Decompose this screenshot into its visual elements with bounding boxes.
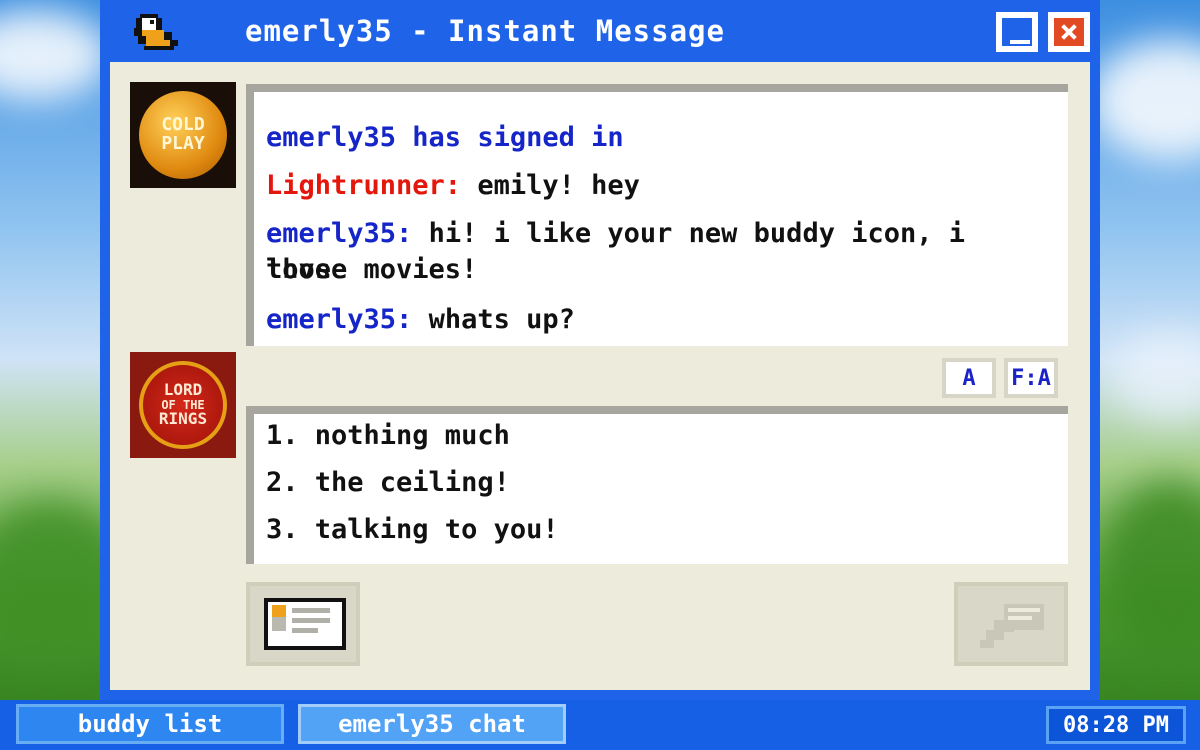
minimize-icon: [1002, 18, 1032, 46]
font-button[interactable]: F:A: [1004, 358, 1058, 398]
my-avatar[interactable]: LORD OF THE RINGS: [130, 352, 236, 458]
taskbar-chat[interactable]: emerly35 chat: [298, 704, 566, 744]
text-color-button[interactable]: A: [942, 358, 996, 398]
system-message: emerly35 has signed in: [266, 122, 624, 153]
reply-option-1[interactable]: 1. nothing much: [266, 418, 510, 454]
sender-name: emerly35:: [266, 304, 413, 335]
sender-name: Lightrunner:: [266, 170, 462, 201]
message-line: emerly35: whats up?: [266, 302, 1026, 338]
compose-box[interactable]: 1. nothing much 2. the ceiling! 3. talki…: [246, 406, 1068, 564]
message-line-continued: those movies!: [266, 254, 478, 285]
send-icon: [980, 604, 1044, 648]
window-title: emerly35 - Instant Message: [245, 14, 725, 48]
close-button[interactable]: [1048, 12, 1090, 52]
buddy-avatar[interactable]: COLD PLAY: [130, 82, 236, 188]
message-text: emily! hey: [461, 170, 640, 201]
send-button[interactable]: [954, 582, 1068, 666]
conversation-panel: COLD PLAY emerly35 has signed in Lightru…: [110, 62, 1090, 690]
sender-name: emerly35:: [266, 218, 413, 249]
profile-button[interactable]: [246, 582, 360, 666]
message-log[interactable]: emerly35 has signed in Lightrunner: emil…: [246, 84, 1068, 346]
coldplay-logo: COLD PLAY: [139, 91, 227, 179]
taskbar: buddy list emerly35 chat 08:28 PM: [0, 700, 1200, 750]
text-color-icon: A: [962, 365, 976, 391]
reply-option-2[interactable]: 2. the ceiling!: [266, 465, 510, 501]
font-icon: F:A: [1011, 365, 1051, 391]
background-cloud: [0, 10, 110, 100]
profile-card-icon: [264, 598, 346, 650]
my-icon-text: LORD: [163, 379, 203, 399]
lotr-logo: LORD OF THE RINGS: [139, 361, 227, 449]
background-hill: [1100, 480, 1200, 660]
background-cloud: [1090, 40, 1200, 160]
reply-option-3[interactable]: 3. talking to you!: [266, 512, 559, 548]
message-line: Lightrunner: emily! hey: [266, 168, 1026, 204]
taskbar-clock: 08:28 PM: [1046, 706, 1186, 744]
buddy-icon-text: PLAY: [161, 133, 205, 154]
message-text: whats up?: [412, 304, 575, 335]
background-cloud: [1110, 330, 1200, 420]
duck-messenger-icon: [134, 14, 178, 50]
close-icon: [1054, 18, 1084, 46]
im-window: emerly35 - Instant Message COLD PLAY eme…: [100, 0, 1100, 700]
minimize-button[interactable]: [996, 12, 1038, 52]
taskbar-buddy-list[interactable]: buddy list: [16, 704, 284, 744]
title-bar[interactable]: emerly35 - Instant Message: [100, 0, 1100, 62]
my-icon-text: RINGS: [158, 409, 208, 429]
